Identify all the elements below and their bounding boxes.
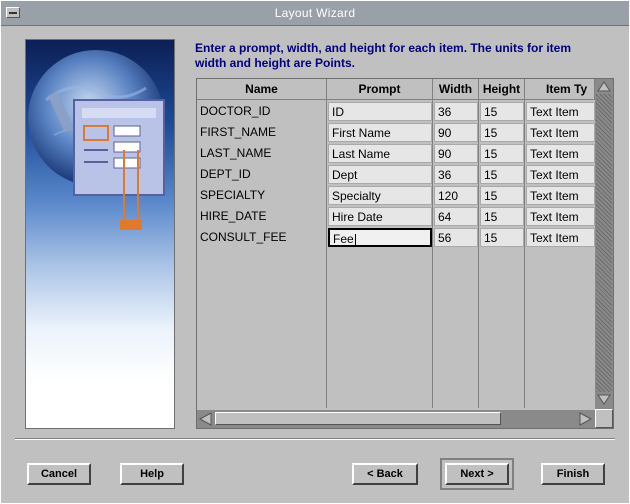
vertical-scroll-thumb[interactable] [596,94,612,392]
item-type-field[interactable]: Text Item [526,186,595,205]
height-field[interactable]: 15 [480,144,524,163]
horizontal-scrollbar[interactable] [197,410,595,428]
vertical-scrollbar[interactable] [595,79,613,409]
height-field[interactable]: 15 [480,165,524,184]
next-button[interactable]: Next > [440,458,514,490]
prompt-field[interactable]: Last Name [328,144,432,163]
height-field[interactable]: 15 [480,123,524,142]
scroll-up-icon[interactable] [596,79,612,93]
prompt-field[interactable]: Hire Date [328,207,432,226]
instructions-text: Enter a prompt, width, and height for ea… [195,41,572,70]
height-field[interactable]: 15 [480,102,524,121]
width-field[interactable]: 64 [434,207,478,226]
column-header-name[interactable]: Name [197,79,327,100]
wizard-illustration [25,39,175,429]
width-field[interactable]: 120 [434,186,478,205]
item-type-field[interactable]: Text Item [526,123,595,142]
row-name-first-name: FIRST_NAME [197,123,325,142]
width-field[interactable]: 36 [434,102,478,121]
window-title: Layout Wizard [274,6,356,20]
finish-button[interactable]: Finish [541,463,605,485]
width-field[interactable]: 36 [434,165,478,184]
item-type-field[interactable]: Text Item [526,165,595,184]
column-header-width[interactable]: Width [433,79,479,100]
row-name-hire-date: HIRE_DATE [197,207,325,226]
prompt-field[interactable]: First Name [328,123,432,142]
item-type-field[interactable]: Text Item [526,102,595,121]
height-field[interactable]: 15 [480,186,524,205]
horizontal-scroll-thumb[interactable] [215,412,501,425]
prompt-field[interactable]: ID [328,102,432,121]
item-type-field[interactable]: Text Item [526,207,595,226]
column-header-height[interactable]: Height [479,79,525,100]
column-header-item-type[interactable]: Item Ty [525,79,595,100]
row-name-dept-id: DEPT_ID [197,165,325,184]
items-grid: Name Prompt Width Height Item Ty DOCTOR_… [196,78,614,429]
prompt-field[interactable]: Dept [328,165,432,184]
height-field[interactable]: 15 [480,207,524,226]
row-name-last-name: LAST_NAME [197,144,325,163]
scroll-down-icon[interactable] [596,393,612,407]
row-name-specialty: SPECIALTY [197,186,325,205]
scroll-right-icon[interactable] [577,411,593,427]
width-field[interactable]: 56 [434,228,478,247]
item-type-field[interactable]: Text Item [526,144,595,163]
layout-wizard-window: Layout Wizard Enter a prompt, width, and… [0,0,630,504]
scrollbar-corner [595,409,613,428]
row-name-doctor-id: DOCTOR_ID [197,102,325,121]
title-bar: Layout Wizard [1,1,629,26]
height-field[interactable]: 15 [480,228,524,247]
help-button[interactable]: Help [120,463,184,485]
cancel-button[interactable]: Cancel [27,463,91,485]
prompt-field-active[interactable]: Fee [328,228,432,247]
scroll-left-icon[interactable] [198,411,214,427]
text-caret [354,233,356,245]
row-name-consult-fee: CONSULT_FEE [197,228,325,247]
column-header-prompt[interactable]: Prompt [327,79,433,100]
width-field[interactable]: 90 [434,123,478,142]
prompt-field[interactable]: Specialty [328,186,432,205]
item-type-field[interactable]: Text Item [526,228,595,247]
back-button[interactable]: < Back [352,463,418,485]
width-field[interactable]: 90 [434,144,478,163]
prompt-field-text: Fee [333,232,354,246]
